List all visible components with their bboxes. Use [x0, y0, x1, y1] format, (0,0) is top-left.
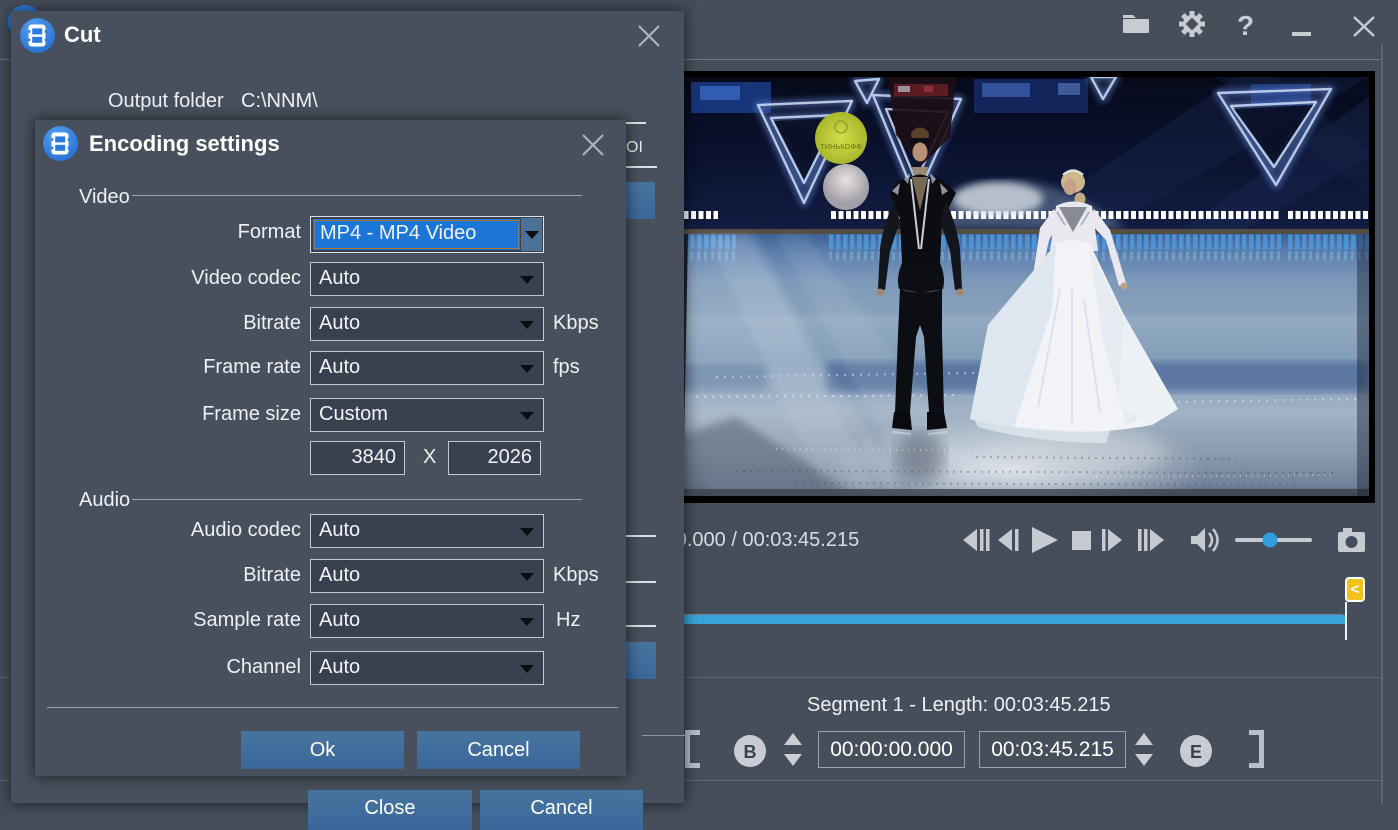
svg-text:B: B	[744, 742, 757, 762]
svg-text:E: E	[1190, 742, 1202, 762]
svg-text:?: ?	[1237, 10, 1254, 41]
svg-text:ТИНЬКОФФ: ТИНЬКОФФ	[820, 142, 862, 151]
